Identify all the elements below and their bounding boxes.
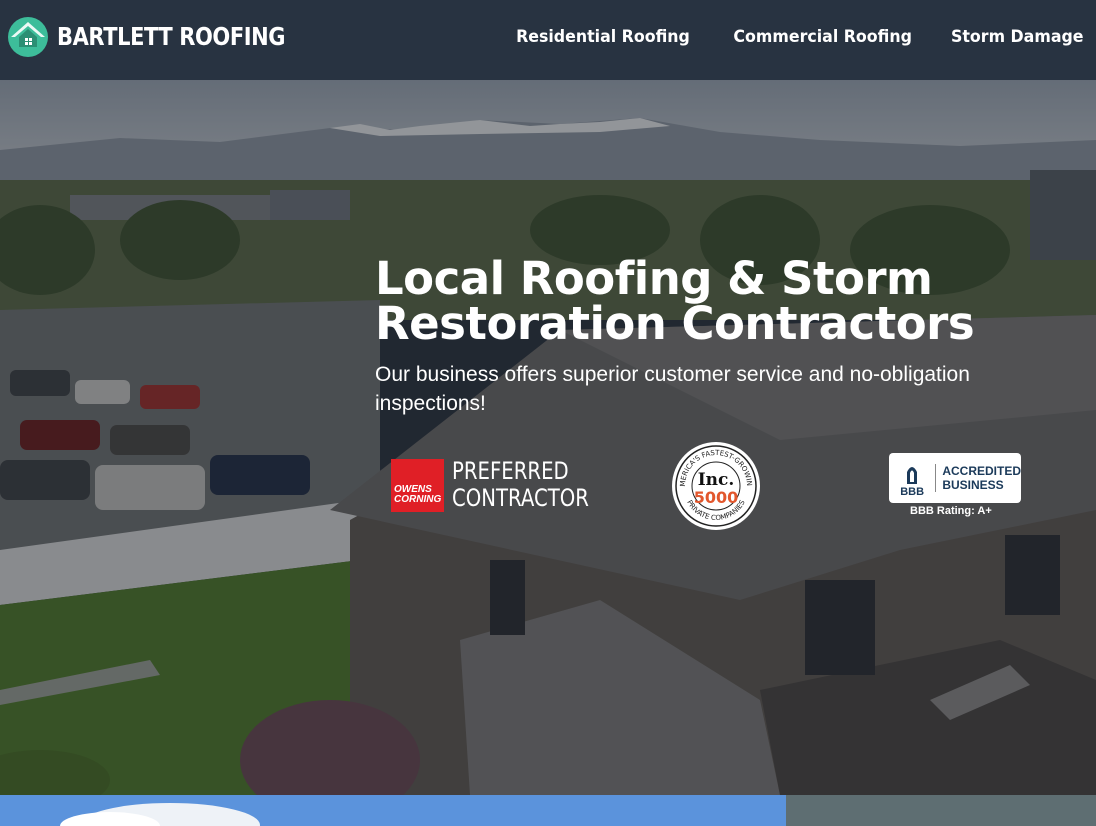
hero-title-line-2: Restoration Contractors bbox=[375, 297, 975, 350]
hero-section: Local Roofing & Storm Restoration Contra… bbox=[0, 80, 1096, 795]
hero-subtitle: Our business offers superior customer se… bbox=[375, 363, 970, 415]
nav-item-commercial-roofing[interactable]: Commercial Roofing bbox=[733, 27, 912, 47]
hero-copy: Local Roofing & Storm Restoration Contra… bbox=[375, 256, 1075, 418]
nav-item-storm-damage[interactable]: Storm Damage bbox=[951, 27, 1084, 47]
hero-title: Local Roofing & Storm Restoration Contra… bbox=[375, 256, 1075, 346]
next-section-image-left bbox=[0, 795, 786, 826]
next-section-panel-right bbox=[786, 795, 1096, 826]
hero-overlay bbox=[0, 80, 1096, 795]
house-roof-icon bbox=[8, 17, 48, 57]
nav-item-residential-roofing[interactable]: Residential Roofing bbox=[516, 27, 690, 47]
main-nav: Residential Roofing Commercial Roofing S… bbox=[473, 27, 1084, 47]
brand-logo-link[interactable]: BARTLETT ROOFING bbox=[8, 17, 329, 57]
site-header: BARTLETT ROOFING Residential Roofing Com… bbox=[0, 0, 1096, 80]
brand-name: BARTLETT ROOFING bbox=[57, 22, 286, 51]
sky-cloud-image bbox=[0, 795, 786, 826]
